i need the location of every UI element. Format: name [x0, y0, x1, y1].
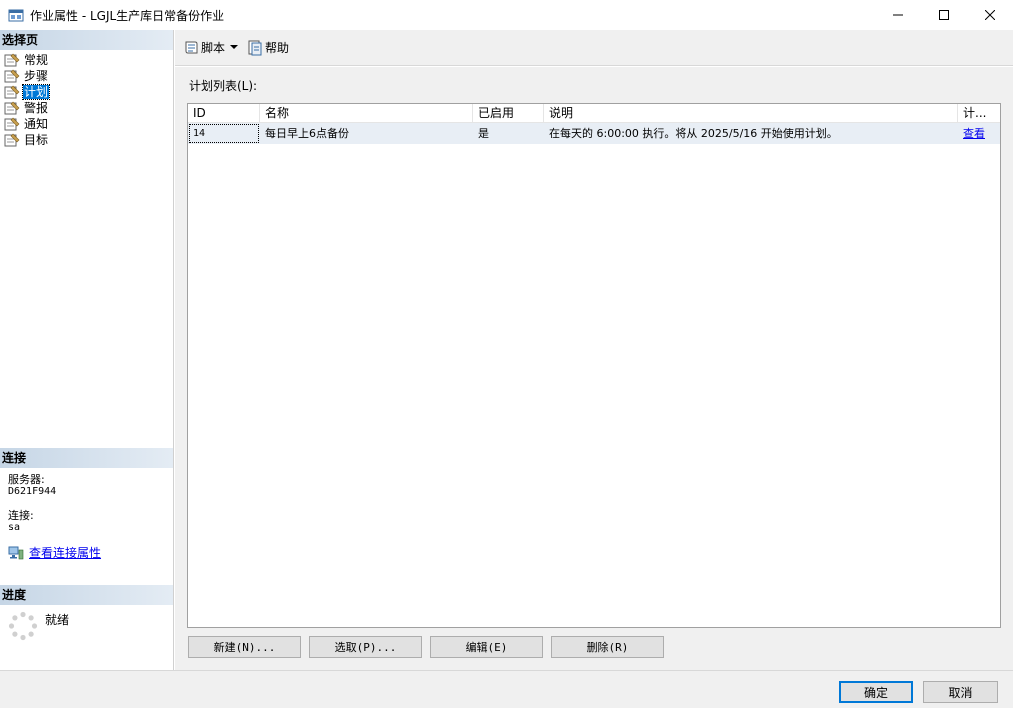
script-icon — [185, 41, 198, 53]
column-header-enabled[interactable]: 已启用 — [473, 104, 544, 123]
page-list: 常规 步骤 计划 警报 通知 目标 — [0, 50, 173, 148]
page-item-label: 目标 — [24, 133, 49, 147]
cell-name[interactable]: 每日早上6点备份 — [260, 123, 473, 144]
toolbar: 脚本 帮助 — [175, 30, 1013, 66]
connection-properties-icon — [8, 546, 24, 559]
page-item-label: 通知 — [24, 117, 49, 131]
server-label: 服务器: — [8, 473, 45, 486]
schedule-grid[interactable]: ID 名称 已启用 说明 计... 14 每日早上6点备份 是 在每天的 6:0… — [187, 103, 1001, 628]
script-dropdown[interactable] — [227, 37, 241, 59]
help-button[interactable]: 帮助 — [245, 37, 291, 59]
help-icon — [248, 40, 262, 55]
connection-section: 连接 服务器: D621F944 连接: sa 查看连接属性 — [0, 448, 173, 561]
cell-id[interactable]: 14 — [188, 123, 260, 144]
schedule-list-label: 计划列表(L): — [189, 79, 258, 93]
cell-description[interactable]: 在每天的 6:00:00 执行。将从 2025/5/16 开始使用计划。 — [544, 123, 958, 144]
column-header-id[interactable]: ID — [188, 104, 260, 123]
select-page-header: 选择页 — [0, 30, 173, 50]
schedule-actions: 新建(N)... 选取(P)... 编辑(E) 删除(R) — [188, 636, 664, 658]
script-button[interactable]: 脚本 — [181, 37, 227, 59]
view-schedule-link[interactable]: 查看 — [963, 127, 985, 140]
wrench-page-icon — [4, 53, 20, 67]
dialog-footer: 确定 取消 — [0, 670, 1013, 708]
page-item-label: 步骤 — [24, 69, 49, 83]
page-item-label: 计划 — [21, 84, 51, 100]
maximize-button[interactable] — [921, 0, 967, 30]
help-label: 帮助 — [265, 41, 290, 55]
minimize-icon — [893, 14, 903, 16]
page-item-steps[interactable]: 步骤 — [0, 68, 173, 84]
wrench-page-icon — [4, 101, 20, 115]
connection-label: 连接: — [8, 509, 34, 522]
progress-header: 进度 — [0, 585, 173, 605]
maximize-icon — [939, 10, 949, 20]
left-panel: 选择页 常规 步骤 计划 警报 通知 目标 连接 服务器: D621F944 连… — [0, 30, 174, 670]
page-item-notifications[interactable]: 通知 — [0, 116, 173, 132]
app-icon — [8, 9, 24, 22]
cell-schedule-link[interactable]: 查看 — [958, 123, 1000, 144]
edit-schedule-button[interactable]: 编辑(E) — [430, 636, 543, 658]
page-item-schedules[interactable]: 计划 — [0, 84, 173, 100]
progress-status: 就绪 — [45, 613, 70, 627]
grid-header: ID 名称 已启用 说明 计... — [188, 104, 1000, 123]
wrench-page-icon — [4, 133, 20, 147]
table-row[interactable]: 14 每日早上6点备份 是 在每天的 6:00:00 执行。将从 2025/5/… — [188, 123, 1000, 144]
ok-button[interactable]: 确定 — [839, 681, 913, 703]
wrench-page-icon — [4, 69, 20, 83]
page-item-alerts[interactable]: 警报 — [0, 100, 173, 116]
page-item-targets[interactable]: 目标 — [0, 132, 173, 148]
new-schedule-button[interactable]: 新建(N)... — [188, 636, 301, 658]
cancel-button[interactable]: 取消 — [923, 681, 998, 703]
progress-spinner-icon — [8, 611, 38, 641]
view-connection-properties[interactable]: 查看连接属性 — [8, 544, 173, 561]
delete-schedule-button[interactable]: 删除(R) — [551, 636, 664, 658]
wrench-page-icon — [4, 85, 20, 99]
progress-section: 进度 就绪 — [0, 585, 173, 641]
connection-header: 连接 — [0, 448, 173, 468]
page-item-label: 警报 — [24, 101, 49, 115]
title-bar: 作业属性 - LGJL生产库日常备份作业 — [0, 0, 1013, 30]
close-button[interactable] — [967, 0, 1013, 30]
wrench-page-icon — [4, 117, 20, 131]
caret-down-icon — [230, 45, 239, 49]
page-item-label: 常规 — [24, 53, 49, 67]
close-icon — [985, 10, 995, 20]
column-header-schedule[interactable]: 计... — [958, 104, 1000, 123]
view-connection-properties-link[interactable]: 查看连接属性 — [29, 544, 101, 561]
connection-value: sa — [8, 522, 21, 533]
cell-enabled[interactable]: 是 — [473, 123, 544, 144]
column-header-name[interactable]: 名称 — [260, 104, 473, 123]
pick-schedule-button[interactable]: 选取(P)... — [309, 636, 422, 658]
schedules-page: 计划列表(L): ID 名称 已启用 说明 计... 14 每日早上6点备份 是… — [175, 67, 1013, 670]
minimize-button[interactable] — [875, 0, 921, 30]
column-header-description[interactable]: 说明 — [544, 104, 958, 123]
window-title: 作业属性 - LGJL生产库日常备份作业 — [30, 8, 225, 23]
page-item-general[interactable]: 常规 — [0, 52, 173, 68]
server-value: D621F944 — [8, 486, 57, 497]
script-label: 脚本 — [201, 41, 226, 55]
